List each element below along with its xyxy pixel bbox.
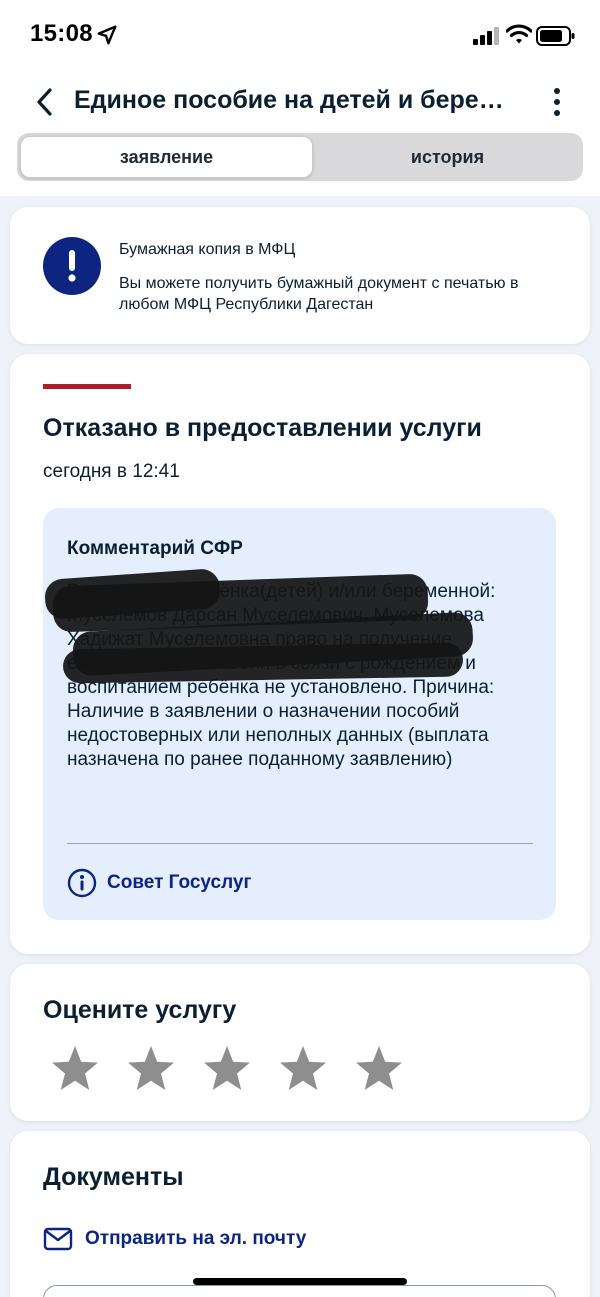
tab-history[interactable]: история (315, 136, 580, 178)
battery-icon (536, 26, 575, 46)
mfc-copy-card: Бумажная копия в МФЦ Вы можете получить … (10, 207, 590, 344)
location-arrow-icon (97, 25, 117, 45)
rating-card: Оцените услугу (10, 964, 590, 1121)
comment-divider (67, 843, 533, 844)
star-icon[interactable] (126, 1044, 176, 1094)
redaction-mark (62, 642, 464, 684)
send-email-label: Отправить на эл. почту (85, 1228, 307, 1249)
send-email-link[interactable]: Отправить на эл. почту (43, 1227, 306, 1251)
comment-box: Комментарий СФР В отношении ребёнка(дете… (43, 508, 556, 920)
mfc-card-title: Бумажная копия в МФЦ (119, 241, 296, 258)
info-icon (67, 868, 97, 898)
status-bar: 15:08 (0, 0, 600, 70)
back-chevron-icon (37, 88, 52, 116)
star-icon[interactable] (202, 1044, 252, 1094)
rating-title: Оцените услугу (43, 996, 237, 1024)
segmented-tabs: заявление история (17, 133, 583, 181)
gosuslugi-advice-link[interactable]: Совет Госуслуг (67, 868, 251, 898)
star-icon[interactable] (50, 1044, 100, 1094)
signal-icon (473, 27, 499, 45)
exclamation-icon (43, 237, 101, 295)
mfc-card-text: Вы можете получить бумажный документ с п… (119, 275, 519, 313)
status-time: 15:08 (30, 20, 93, 47)
app-header: Единое пособие на детей и бере… (0, 78, 600, 126)
tab-application[interactable]: заявление (20, 136, 313, 178)
documents-title: Документы (43, 1163, 184, 1191)
document-button[interactable] (43, 1285, 556, 1297)
status-accent-bar (43, 384, 131, 389)
more-vertical-icon (554, 88, 560, 116)
documents-card: Документы Отправить на эл. почту (10, 1131, 590, 1297)
status-date: сегодня в 12:41 (43, 461, 180, 482)
back-button[interactable] (28, 84, 62, 120)
status-title: Отказано в предоставлении услуги (43, 414, 482, 442)
advice-label: Совет Госуслуг (107, 872, 252, 893)
star-icon[interactable] (354, 1044, 404, 1094)
home-indicator (193, 1278, 407, 1285)
more-menu-button[interactable] (540, 82, 574, 122)
status-card: Отказано в предоставлении услуги сегодня… (10, 354, 590, 954)
wifi-icon (506, 24, 532, 44)
star-icon[interactable] (278, 1044, 328, 1094)
rating-stars (50, 1044, 404, 1094)
page-title: Единое пособие на детей и бере… (74, 86, 504, 114)
comment-title: Комментарий СФР (67, 538, 243, 559)
envelope-icon (43, 1227, 73, 1251)
